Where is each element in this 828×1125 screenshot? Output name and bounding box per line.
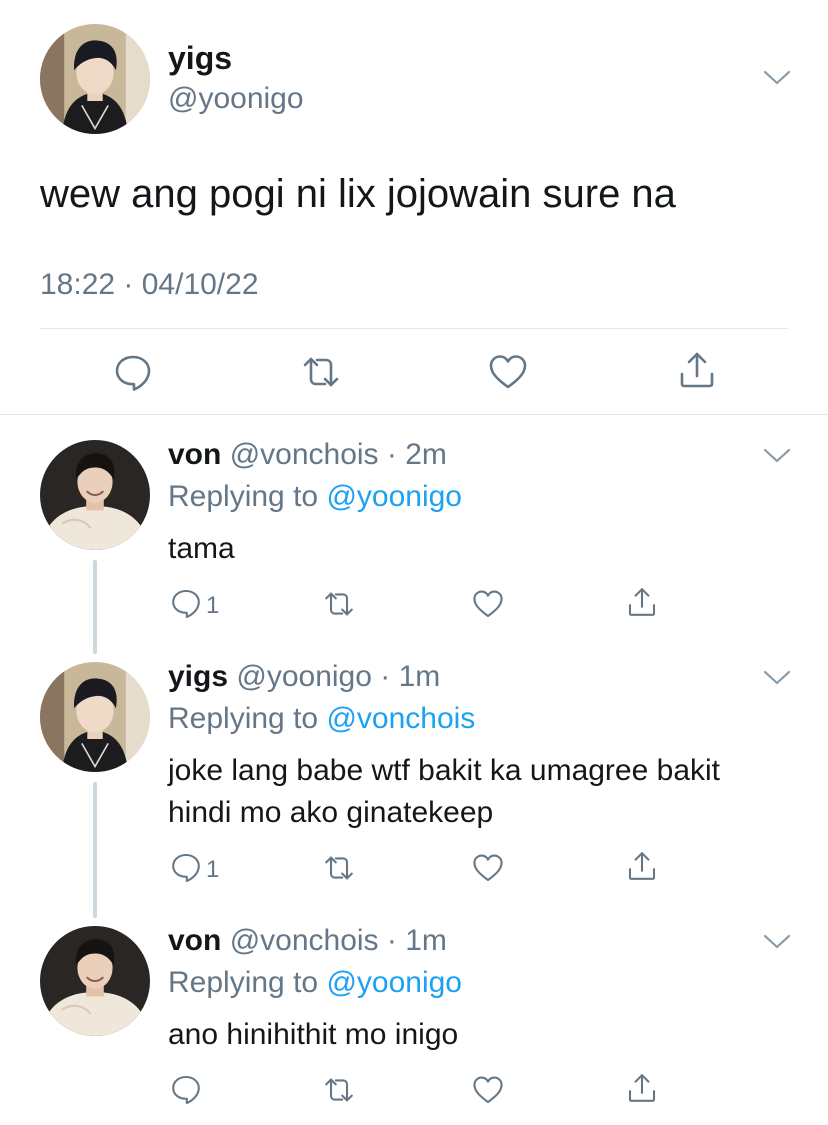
main-tweet-display-name[interactable]: yigs xyxy=(168,40,232,77)
reply-2-avatar[interactable] xyxy=(40,662,150,772)
reply-icon[interactable] xyxy=(170,1073,202,1105)
chevron-down-icon[interactable] xyxy=(762,932,792,952)
like-icon[interactable] xyxy=(472,588,504,620)
reply-3-avatar[interactable] xyxy=(40,926,150,1036)
reply-1-meta[interactable]: @vonchois · 2m xyxy=(230,438,447,471)
reply-3-header: von @vonchois · 1m xyxy=(168,924,447,958)
reply-1-text: tama xyxy=(168,532,235,565)
reply-2-header: yigs @yoonigo · 1m xyxy=(168,660,440,694)
divider xyxy=(40,328,788,329)
main-tweet-avatar[interactable] xyxy=(40,24,150,134)
share-icon[interactable] xyxy=(626,1072,658,1104)
replying-to-link[interactable]: @vonchois xyxy=(326,702,475,735)
replying-to-label: Replying to xyxy=(168,702,319,735)
retweet-icon[interactable] xyxy=(322,852,356,884)
share-icon[interactable] xyxy=(626,586,658,618)
section-divider xyxy=(0,414,828,415)
like-icon[interactable] xyxy=(488,352,528,392)
main-tweet-handle[interactable]: @yoonigo xyxy=(168,82,304,116)
chevron-down-icon[interactable] xyxy=(762,668,792,688)
replying-to-link[interactable]: @yoonigo xyxy=(326,966,462,999)
reply-1-reply-count: 1 xyxy=(206,592,220,619)
reply-3-text: ano hinihithit mo inigo xyxy=(168,1018,459,1051)
reply-icon[interactable] xyxy=(170,587,202,619)
share-icon[interactable] xyxy=(677,350,717,390)
retweet-icon[interactable] xyxy=(322,1074,356,1106)
reply-2-display-name[interactable]: yigs xyxy=(168,660,228,693)
thread-line xyxy=(93,560,97,654)
reply-2-text-line-2: hindi mo ako ginatekeep xyxy=(168,796,494,829)
reply-icon[interactable] xyxy=(113,352,153,392)
reply-2-replying-line: Replying to @vonchois xyxy=(168,702,475,736)
like-icon[interactable] xyxy=(472,1074,504,1106)
retweet-icon[interactable] xyxy=(322,588,356,620)
reply-1-avatar[interactable] xyxy=(40,440,150,550)
reply-1-header: von @vonchois · 2m xyxy=(168,438,447,472)
reply-1-display-name[interactable]: von xyxy=(168,438,221,471)
replying-to-label: Replying to xyxy=(168,480,319,513)
replying-to-label: Replying to xyxy=(168,966,319,999)
reply-2-text-line-1: joke lang babe wtf bakit ka umagree baki… xyxy=(168,754,720,787)
reply-3-display-name[interactable]: von xyxy=(168,924,221,957)
reply-2-reply-count: 1 xyxy=(206,856,220,883)
share-icon[interactable] xyxy=(626,850,658,882)
main-tweet-text: wew ang pogi ni lix jojowain sure na xyxy=(40,172,676,216)
reply-1-replying-line: Replying to @yoonigo xyxy=(168,480,462,514)
chevron-down-icon[interactable] xyxy=(762,446,792,466)
thread-line xyxy=(93,782,97,918)
retweet-icon[interactable] xyxy=(300,352,342,392)
main-tweet-timestamp[interactable]: 18:22 · 04/10/22 xyxy=(40,268,259,302)
like-icon[interactable] xyxy=(472,852,504,884)
reply-3-replying-line: Replying to @yoonigo xyxy=(168,966,462,1000)
chevron-down-icon[interactable] xyxy=(762,68,792,88)
reply-2-meta[interactable]: @yoonigo · 1m xyxy=(236,660,440,693)
reply-icon[interactable] xyxy=(170,851,202,883)
replying-to-link[interactable]: @yoonigo xyxy=(326,480,462,513)
reply-3-meta[interactable]: @vonchois · 1m xyxy=(230,924,447,957)
